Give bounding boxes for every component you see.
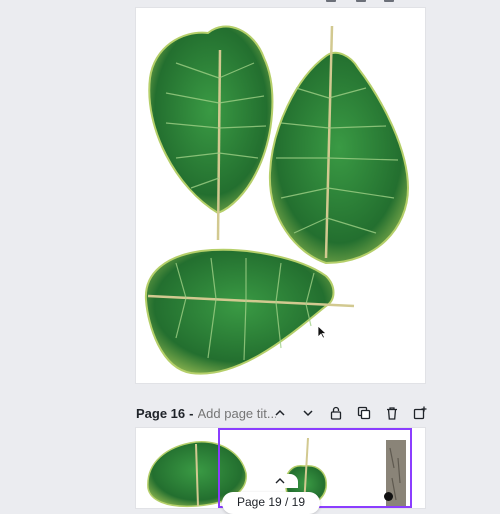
trash-icon[interactable] bbox=[384, 0, 394, 2]
design-page-canvas[interactable] bbox=[136, 8, 425, 383]
page-indicator[interactable]: Page 19 / 19 bbox=[222, 492, 320, 514]
page-title-separator: - bbox=[189, 405, 194, 421]
duplicate-icon[interactable] bbox=[350, 401, 378, 425]
leaves-artwork bbox=[144, 25, 410, 375]
lock-icon[interactable] bbox=[326, 0, 336, 2]
page-header-actions bbox=[266, 401, 434, 425]
duplicate-icon[interactable] bbox=[356, 0, 366, 2]
bottom-bar: Page 19 / 19 bbox=[0, 482, 500, 514]
add-page-icon[interactable] bbox=[406, 401, 434, 425]
previous-page-header-edge bbox=[136, 0, 425, 4]
page-number-label: Page 16 bbox=[136, 405, 186, 421]
page-header: Page 16 - bbox=[136, 401, 427, 425]
lock-icon[interactable] bbox=[322, 401, 350, 425]
leaf-image-2[interactable] bbox=[268, 25, 410, 265]
mouse-cursor-icon bbox=[317, 325, 327, 339]
page-title-input[interactable] bbox=[197, 405, 276, 421]
leaf-image-1[interactable] bbox=[148, 25, 274, 241]
trash-icon[interactable] bbox=[378, 401, 406, 425]
page-indicator-text: Page 19 / 19 bbox=[236, 495, 306, 509]
chevron-down-icon[interactable] bbox=[294, 401, 322, 425]
chevron-up-icon[interactable] bbox=[266, 401, 294, 425]
leaf-image-3[interactable] bbox=[144, 248, 355, 375]
